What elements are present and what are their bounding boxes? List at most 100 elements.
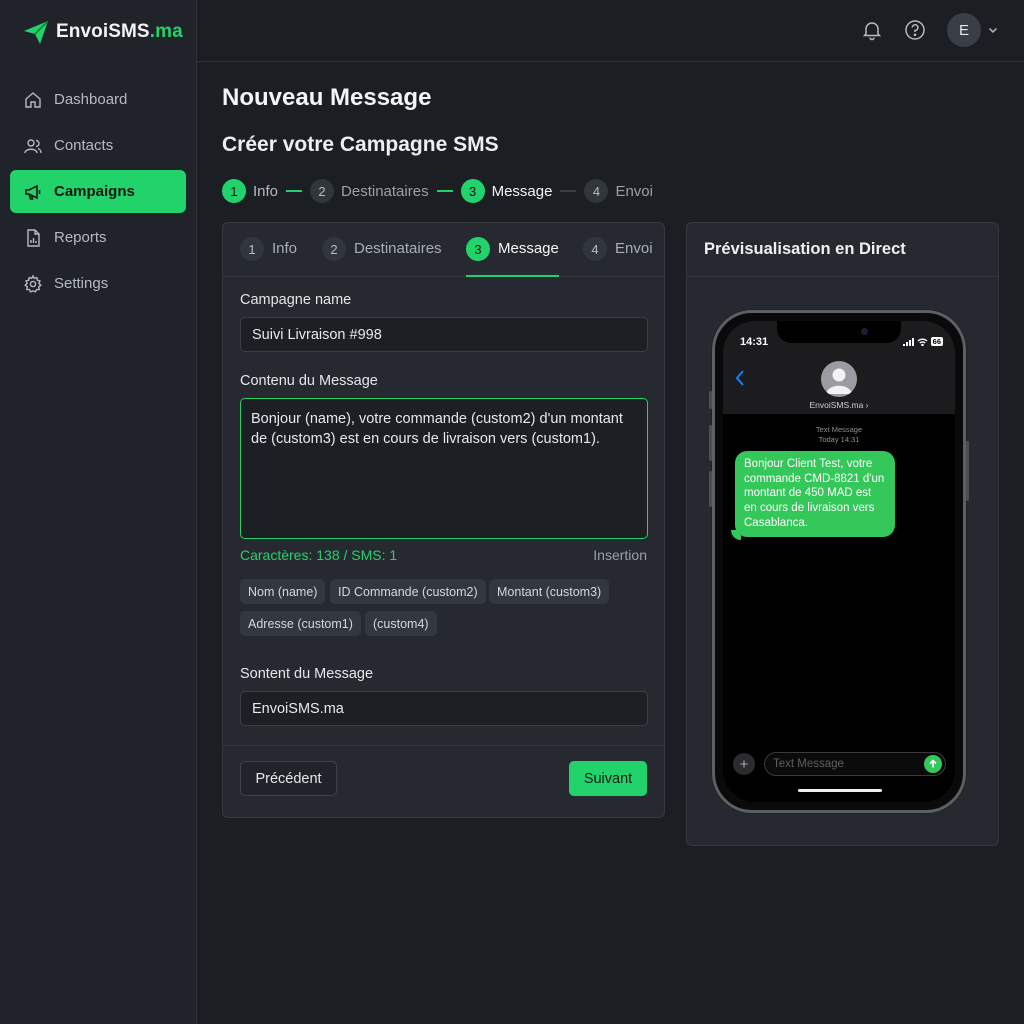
insert-chip-name[interactable]: Nom (name) [240, 579, 326, 604]
contact-name[interactable]: EnvoiSMS.ma › [723, 400, 955, 410]
plus-icon[interactable]: + [733, 753, 755, 775]
sidebar-item-label: Contacts [54, 137, 114, 154]
step-number: 3 [460, 179, 485, 203]
wifi-icon [917, 338, 928, 346]
character-count: Caractères: 138 / SMS: 1 [240, 547, 398, 563]
campaign-name-label: Campagne name [240, 292, 352, 308]
phone-screen: 14:31 66 EnvoiSMS.ma › Text Message Toda… [723, 321, 955, 802]
phone-side-button [966, 441, 969, 501]
tab-label: Envoi [615, 240, 653, 257]
preview-title: Prévisualisation en Direct [687, 223, 998, 277]
tab-number: 3 [466, 237, 490, 261]
sidebar-item-campaigns[interactable]: Campaigns [10, 170, 186, 213]
person-icon [826, 368, 852, 394]
avatar[interactable]: E [947, 13, 981, 47]
tab-number: 1 [240, 237, 264, 261]
back-chevron-icon[interactable] [733, 368, 747, 388]
step-label: Envoi [615, 182, 653, 200]
message-content-label: Contenu du Message [240, 373, 378, 389]
tab-label: Message [498, 240, 559, 257]
sender-input[interactable]: EnvoiSMS.ma [240, 691, 648, 726]
sidebar-item-label: Dashboard [54, 91, 128, 108]
sidebar-item-label: Reports [54, 229, 107, 246]
insert-chip-custom4[interactable]: (custom4) [365, 611, 437, 636]
battery-level: 66 [930, 337, 943, 346]
brand-name: EnvoiSMS.ma [56, 21, 183, 42]
step-label: Message [491, 182, 553, 200]
sender-label: Sontent du Message [240, 666, 374, 682]
campaign-name-input[interactable]: Suivi Livraison #998 [240, 317, 648, 352]
arrow-up-icon [929, 759, 937, 768]
page-subtitle: Créer votre Campagne SMS [222, 133, 499, 156]
step-number: 1 [222, 179, 246, 203]
gear-icon [24, 274, 42, 293]
step-message[interactable]: 3 Message [460, 179, 553, 203]
insert-chip-custom2[interactable]: ID Commande (custom2) [330, 579, 486, 604]
sidebar-item-contacts[interactable]: Contacts [10, 124, 186, 167]
top-bar: E [197, 0, 1024, 62]
previous-button[interactable]: Précédent [240, 761, 337, 796]
send-icon[interactable] [924, 755, 942, 773]
step-label: Info [253, 182, 279, 200]
phone-side-button [709, 425, 712, 461]
sidebar-item-settings[interactable]: Settings [10, 262, 186, 305]
status-time: 14:31 [740, 336, 769, 348]
step-envoi[interactable]: 4 Envoi [584, 179, 653, 203]
sidebar: EnvoiSMS.ma Dashboard Contacts Campaigns [0, 0, 197, 1024]
home-indicator [798, 789, 882, 792]
message-type: Text Message [815, 425, 863, 434]
sms-bubble: Bonjour Client Test, votre commande CMD-… [735, 451, 895, 537]
tab-number: 4 [583, 237, 607, 261]
stepper: 1 Info 2 Destinataires 3 Message 4 Envoi [222, 178, 653, 204]
messages-header: 14:31 66 EnvoiSMS.ma › [723, 321, 955, 414]
form-tabs: 1 Info 2 Destinataires 3 Message 4 Envoi [223, 223, 664, 277]
signal-icon [902, 337, 914, 346]
bell-icon[interactable] [861, 19, 883, 41]
step-destinataires[interactable]: 2 Destinataires [310, 179, 429, 203]
brand-logo[interactable]: EnvoiSMS.ma [22, 18, 183, 46]
tab-destinataires[interactable]: 2 Destinataires [322, 237, 442, 277]
status-icons: 66 [902, 337, 943, 346]
insertion-label: Insertion [593, 547, 647, 563]
step-label: Destinataires [341, 182, 429, 200]
home-icon [25, 91, 41, 108]
sidebar-nav: Dashboard Contacts Campaigns Reports Set… [10, 78, 186, 308]
sidebar-item-label: Settings [54, 275, 109, 292]
sidebar-item-label: Campaigns [54, 183, 135, 200]
step-connector [286, 190, 303, 192]
sidebar-item-dashboard[interactable]: Dashboard [10, 78, 186, 121]
step-number: 2 [310, 179, 335, 203]
chevron-down-icon[interactable] [987, 24, 999, 36]
phone-side-button [709, 471, 712, 507]
insert-chip-custom3[interactable]: Montant (custom3) [489, 579, 610, 604]
page-title: Nouveau Message [222, 84, 432, 111]
message-content-textarea[interactable]: Bonjour (name), votre commande (custom2)… [240, 398, 648, 539]
compose-field[interactable]: Text Message [764, 752, 946, 776]
message-timestamp: Today 14:31 [818, 435, 860, 444]
tab-message[interactable]: 3 Message [466, 237, 559, 277]
help-icon[interactable] [904, 19, 926, 41]
tab-envoi[interactable]: 4 Envoi [583, 237, 653, 277]
step-info[interactable]: 1 Info [222, 179, 278, 203]
phone-mockup: 14:31 66 EnvoiSMS.ma › Text Message Toda… [709, 310, 969, 813]
tab-number: 2 [322, 237, 346, 261]
users-icon [24, 138, 42, 153]
step-connector [560, 190, 577, 192]
live-preview-card: Prévisualisation en Direct 14:31 66 Envo… [686, 222, 999, 846]
next-button[interactable]: Suivant [569, 761, 647, 796]
phone-notch [777, 321, 901, 343]
tab-label: Info [272, 240, 298, 257]
insert-chip-custom1[interactable]: Adresse (custom1) [240, 611, 361, 636]
paper-plane-icon [24, 20, 49, 44]
step-connector [436, 190, 453, 192]
message-meta: Text Message Today 14:31 [723, 425, 955, 445]
step-number: 4 [584, 179, 609, 203]
message-form-card: 1 Info 2 Destinataires 3 Message 4 Envoi… [222, 222, 665, 818]
tab-label: Destinataires [354, 240, 442, 257]
tab-info[interactable]: 1 Info [240, 237, 297, 277]
form-footer: Précédent Suivant [223, 745, 664, 817]
megaphone-icon [25, 184, 41, 200]
report-icon [27, 228, 40, 247]
contact-avatar [821, 361, 857, 397]
sidebar-item-reports[interactable]: Reports [10, 216, 186, 259]
